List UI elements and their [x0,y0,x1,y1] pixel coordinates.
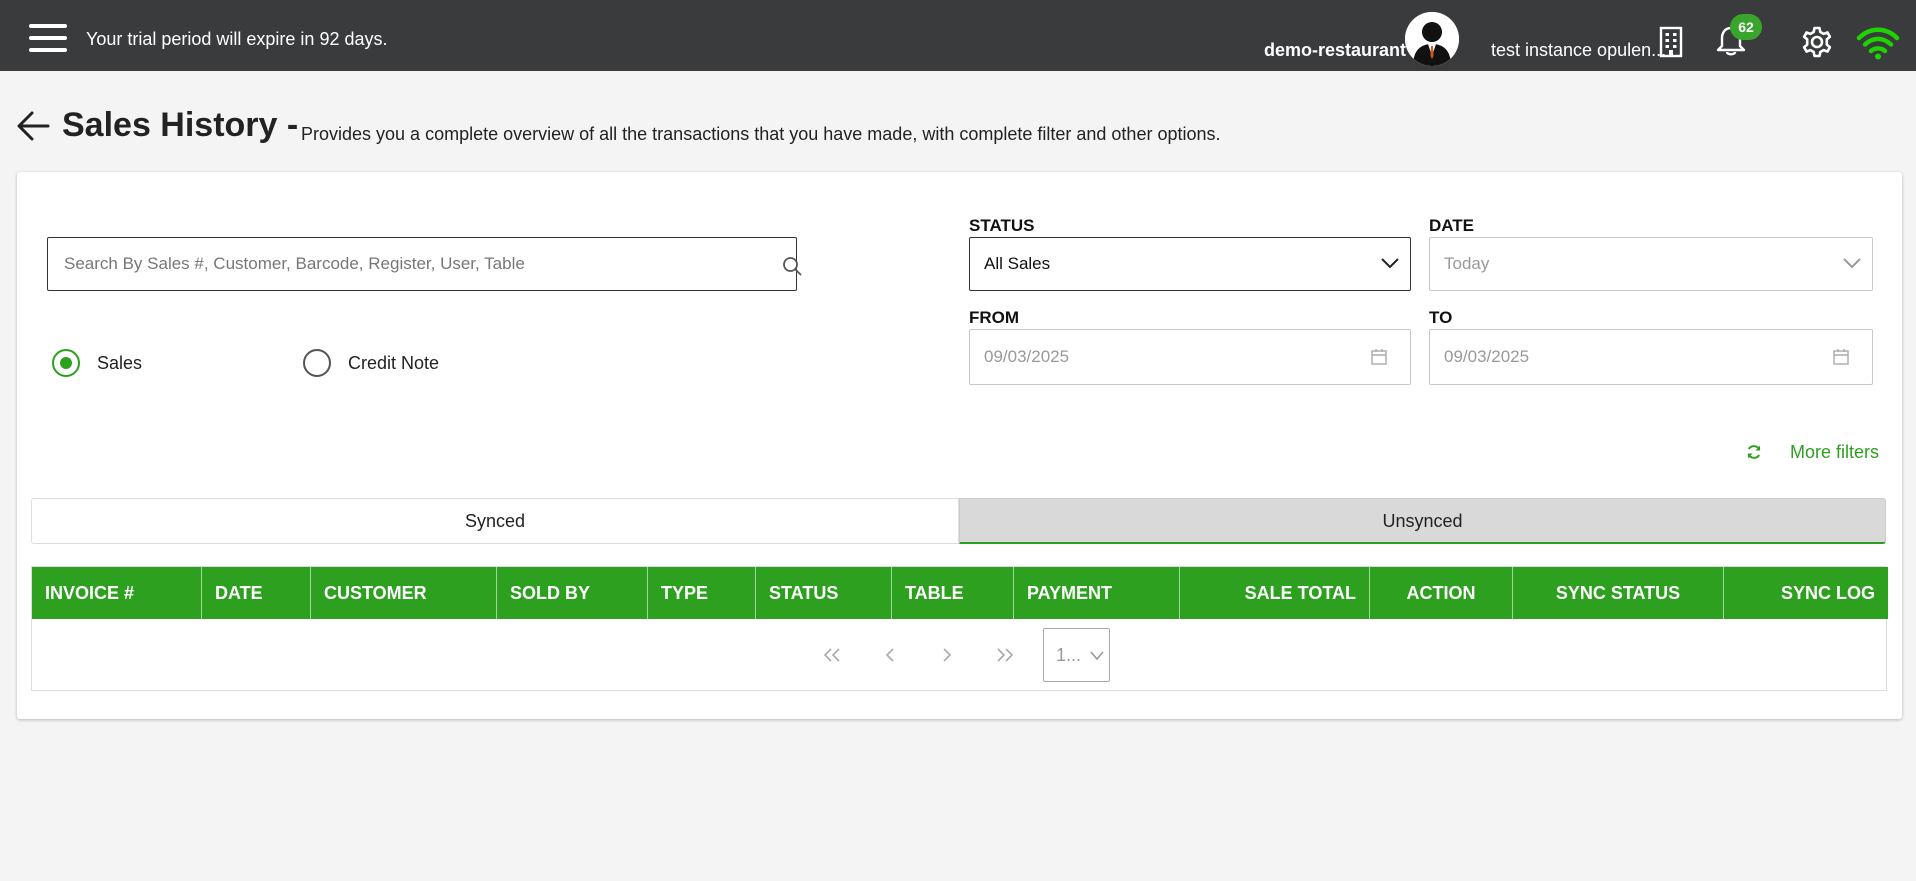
page-select-value: 1... [1056,645,1082,665]
from-date-value: 09/03/2025 [984,347,1070,366]
page-select[interactable]: 1... [1043,628,1110,682]
user-avatar-icon [1405,12,1459,66]
to-date-field[interactable]: 09/03/2025 [1429,329,1873,385]
date-value: Today [1444,254,1490,273]
instance-name[interactable]: test instance opulen... [1491,40,1666,61]
search-input[interactable] [64,238,744,290]
column-header-sold-by[interactable]: SOLD BY [497,567,648,619]
building-icon[interactable] [1658,26,1684,58]
sales-table: INVOICE # DATE CUSTOMER SOLD BY TYPE STA… [31,566,1888,691]
column-header-customer[interactable]: CUSTOMER [311,567,497,619]
table-header: INVOICE # DATE CUSTOMER SOLD BY TYPE STA… [32,567,1888,619]
chevron-down-icon [1090,651,1104,661]
status-value: All Sales [984,254,1051,273]
date-label: DATE [1429,216,1475,235]
search-icon[interactable] [782,256,802,276]
calendar-icon[interactable] [1832,348,1850,366]
refresh-icon[interactable] [1746,444,1762,460]
column-header-sale-total[interactable]: SALE TOTAL [1180,567,1370,619]
more-filters-link[interactable]: More filters [1790,442,1879,463]
last-page-icon[interactable] [993,643,1017,667]
status-label: STATUS [969,216,1035,235]
column-header-action: ACTION [1370,567,1513,619]
radio-credit-note-label: Credit Note [348,352,440,373]
wifi-icon [1856,27,1900,60]
from-label: FROM [969,308,1020,327]
radio-sales-circle[interactable] [52,349,80,377]
tab-unsynced[interactable]: Unsynced [959,498,1886,544]
radio-sales-label: Sales [97,352,143,373]
first-page-icon[interactable] [820,643,844,667]
restaurant-name[interactable]: demo-restaurant [1264,40,1406,61]
column-header-type[interactable]: TYPE [648,567,756,619]
radio-sales[interactable]: Sales [52,348,142,378]
search-field[interactable] [47,237,802,291]
sales-history-card: Sales Credit Note STATUS All Sales DATE … [17,172,1902,719]
from-date-field[interactable]: 09/03/2025 [969,329,1411,385]
to-label: TO [1429,308,1453,327]
column-header-payment[interactable]: PAYMENT [1014,567,1180,619]
column-header-sync-status[interactable]: SYNC STATUS [1513,567,1724,619]
chevron-down-icon [1843,258,1861,269]
top-bar: Your trial period will expire in 92 days… [0,0,1916,71]
previous-page-icon[interactable] [878,643,902,667]
trial-message: Your trial period will expire in 92 days… [86,29,388,49]
column-header-sync-log: SYNC LOG [1780,583,1875,603]
radio-credit-note-circle[interactable] [303,349,331,377]
chevron-down-icon [1381,258,1399,269]
page-title: Sales History - [62,106,299,144]
avatar[interactable] [1405,12,1459,66]
radio-credit-note[interactable]: Credit Note [303,348,439,378]
column-header-date[interactable]: DATE [202,567,311,619]
to-date-value: 09/03/2025 [1444,347,1530,366]
notification-badge: 62 [1730,14,1762,40]
calendar-icon[interactable] [1370,348,1388,366]
menu-icon[interactable] [29,24,67,54]
page-description: Provides you a complete overview of all … [301,124,1221,144]
column-header-table[interactable]: TABLE [892,567,1014,619]
column-header-invoice[interactable]: INVOICE # [32,567,202,619]
status-select[interactable]: All Sales [969,237,1411,291]
next-page-icon[interactable] [935,643,959,667]
column-header-status[interactable]: STATUS [756,567,892,619]
tab-synced[interactable]: Synced [31,498,959,544]
date-select[interactable]: Today [1429,237,1873,291]
pagination: 1... [32,619,1888,691]
gear-icon[interactable] [1800,25,1834,59]
back-arrow-icon[interactable] [16,110,50,142]
